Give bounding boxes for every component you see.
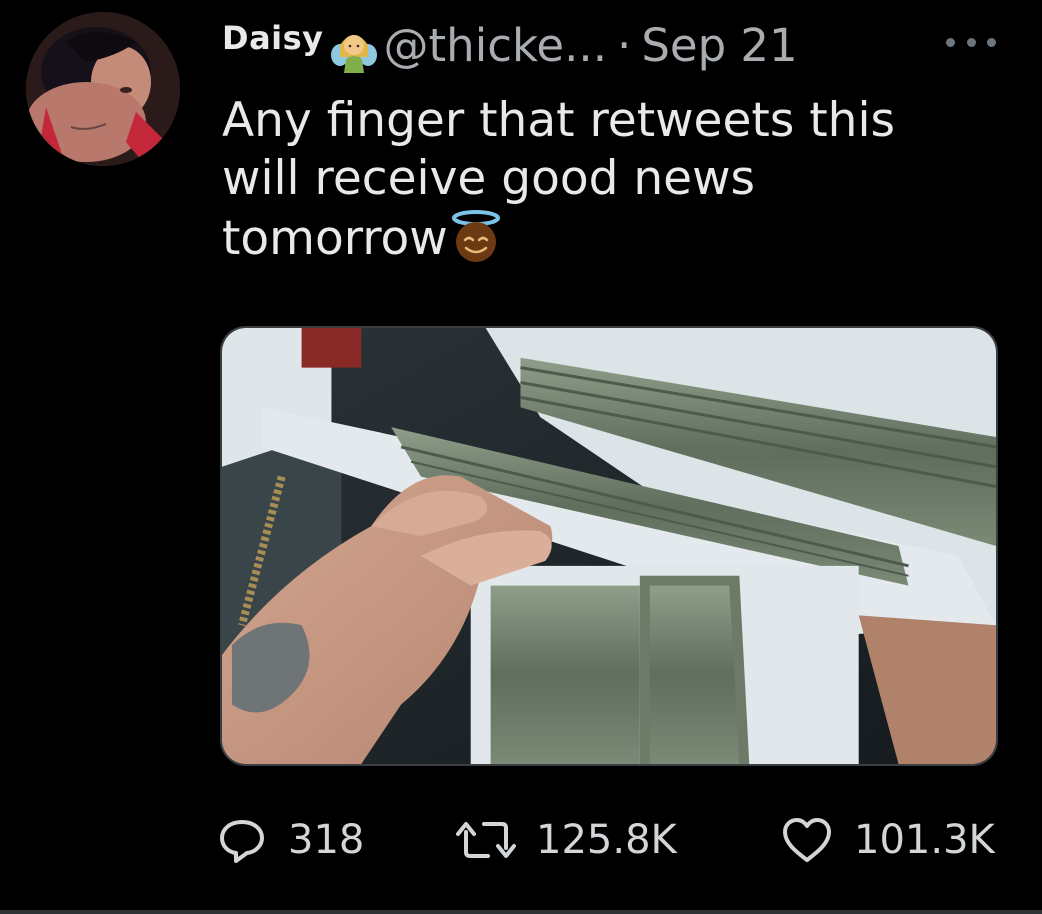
tweet-card[interactable]: Daisy @thicke... · Sep 21 Any finger tha… xyxy=(0,0,1042,914)
tweet-text-line: Any finger that retweets this xyxy=(222,93,896,148)
retweet-count: 125.8K xyxy=(536,817,677,863)
avatar[interactable] xyxy=(26,12,180,166)
tweet-media-photo[interactable] xyxy=(220,326,998,766)
like-count: 101.3K xyxy=(854,817,995,863)
tweet-date[interactable]: Sep 21 xyxy=(641,19,797,72)
tweet-text-line: will receive good news xyxy=(222,151,755,206)
tweet-text-line-last: tomorrow xyxy=(222,208,982,268)
smiling-face-with-halo-emoji-icon xyxy=(451,210,500,262)
separator-dot: · xyxy=(617,18,632,72)
like-button[interactable]: 101.3K xyxy=(780,815,995,865)
user-handle[interactable]: @thicke... xyxy=(384,19,607,72)
display-name[interactable]: Daisy xyxy=(222,19,324,57)
retweet-button[interactable]: 125.8K xyxy=(456,814,677,866)
reply-button[interactable]: 318 xyxy=(216,814,364,866)
heart-icon xyxy=(783,818,831,862)
retweet-icon xyxy=(456,822,516,858)
tweet-text: Any finger that retweets this will recei… xyxy=(222,92,982,268)
tweet-text-line: tomorrow xyxy=(222,211,448,266)
reply-icon xyxy=(220,820,264,863)
tweet-actions: 318 125.8K 101.3K xyxy=(216,808,1036,872)
reply-count: 318 xyxy=(288,817,365,863)
more-horizontal-icon[interactable] xyxy=(946,32,996,52)
divider xyxy=(0,910,1042,914)
money-envelope-photo xyxy=(222,328,996,764)
tweet-header: Daisy @thicke... · Sep 21 xyxy=(222,10,798,80)
fairy-emoji-icon xyxy=(330,35,377,73)
avatar-image xyxy=(26,12,180,166)
